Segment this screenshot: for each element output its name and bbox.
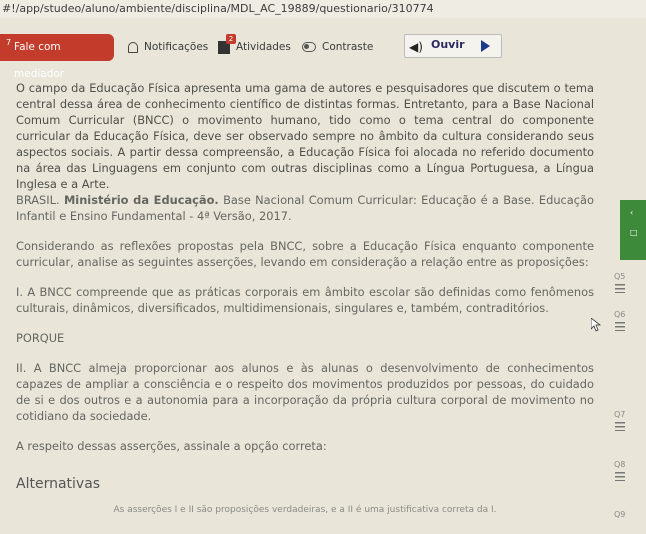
assertion-1: I. A BNCC compreende que as práticas cor… <box>16 285 594 315</box>
side-nav-q5[interactable]: Q5 <box>614 272 625 281</box>
toolbar: 7 Fale com mediador Notificações 2 Ativid… <box>0 33 646 80</box>
list-icon <box>615 322 625 331</box>
notificacoes-button[interactable]: Notificações <box>128 34 208 61</box>
question-intro: O campo da Educação Física apresenta uma… <box>16 81 594 191</box>
speaker-icon: ◀) <box>409 40 423 54</box>
porque-label: PORQUE <box>16 331 65 345</box>
mouse-cursor-icon <box>591 318 601 332</box>
question-considerando: Considerando as reflexões propostas pela… <box>16 239 594 269</box>
contrast-toggle-icon <box>302 42 316 52</box>
ouvir-player[interactable]: ◀) Ouvir <box>404 34 502 58</box>
question-instruction: A respeito dessas asserções, assinale a … <box>16 439 327 453</box>
notificacoes-label: Notificações <box>144 41 209 53</box>
question-side-nav: Q5 Q6 Q7 Q8 Q9 <box>606 200 646 534</box>
contraste-label: Contraste <box>322 41 374 53</box>
question-content: O campo da Educação Física apresenta uma… <box>16 80 594 518</box>
atividades-badge: 2 <box>226 33 236 44</box>
mediador-label: Fale com mediador <box>14 41 65 80</box>
mediador-badge: 7 <box>6 38 12 47</box>
side-nav-q8[interactable]: Q8 <box>614 460 625 469</box>
bell-icon <box>128 41 138 53</box>
side-nav-q7[interactable]: Q7 <box>614 410 625 419</box>
list-icon <box>615 422 625 431</box>
list-icon <box>615 284 625 293</box>
side-nav-q9[interactable]: Q9 <box>614 510 625 519</box>
side-nav-q6[interactable]: Q6 <box>614 310 625 319</box>
alternative-option[interactable]: As asserções I e II são proposições verd… <box>16 502 594 518</box>
ouvir-label: Ouvir <box>431 38 465 51</box>
contraste-button[interactable]: Contraste <box>302 34 373 61</box>
play-icon[interactable] <box>481 40 490 52</box>
alternativas-title: Alternativas <box>16 476 101 492</box>
atividades-label: Atividades <box>236 41 291 53</box>
list-icon <box>615 472 625 481</box>
calendar-icon: 2 <box>218 33 236 54</box>
assertion-2: II. A BNCC almeja proporcionar aos aluno… <box>16 361 594 423</box>
address-bar[interactable]: #!/app/studeo/aluno/ambiente/disciplina/… <box>0 0 646 18</box>
question-reference: BRASIL. Ministério da Educação. Base Nac… <box>16 193 594 223</box>
atividades-button[interactable]: 2 Atividades <box>218 33 291 61</box>
fale-com-mediador-button[interactable]: 7 Fale com mediador <box>0 34 114 80</box>
